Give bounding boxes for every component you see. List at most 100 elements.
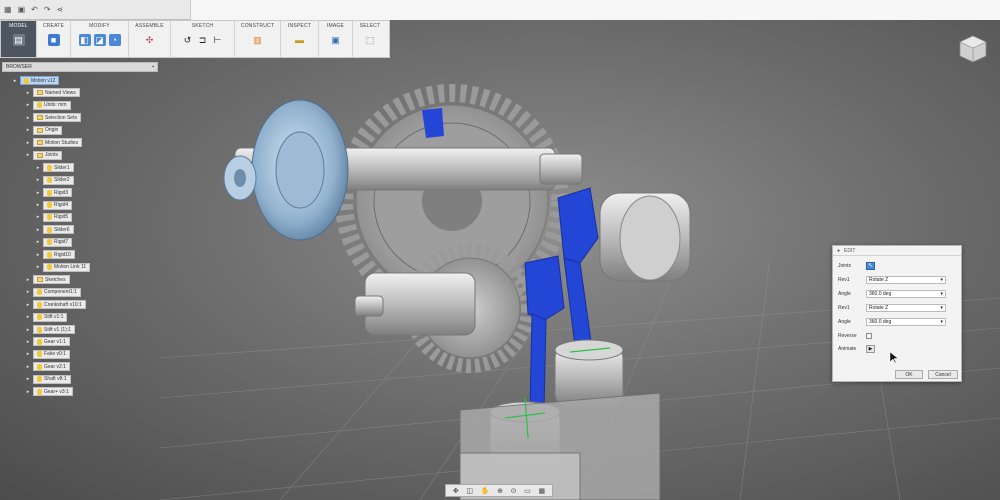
- browser-tree-row[interactable]: ▸ Motion Studies: [25, 138, 83, 148]
- expand-arrow-icon[interactable]: ▸: [25, 339, 31, 345]
- arc-icon[interactable]: ↺: [182, 34, 194, 46]
- expand-arrow-icon[interactable]: ▸: [25, 314, 31, 320]
- folder-icon[interactable]: [37, 277, 43, 283]
- expand-arrow-icon[interactable]: ▸: [25, 277, 31, 283]
- browser-node[interactable]: Slider1: [43, 163, 74, 173]
- joints-select-button[interactable]: ↖: [866, 261, 875, 270]
- browser-node[interactable]: Gear+ v3:1: [33, 387, 73, 397]
- browser-node[interactable]: Sketches: [33, 275, 70, 285]
- browser-tree-row[interactable]: ▸ Rigid7: [35, 237, 73, 247]
- visibility-bulb-icon[interactable]: [37, 289, 42, 296]
- press-pull-icon[interactable]: ◧: [78, 34, 91, 46]
- folder-icon[interactable]: [37, 152, 43, 158]
- visibility-bulb-icon[interactable]: [47, 164, 52, 171]
- zoom-icon[interactable]: ⊕: [497, 487, 503, 495]
- expand-arrow-icon[interactable]: ▸: [35, 190, 41, 196]
- crankshaft-drum[interactable]: [599, 192, 691, 283]
- save-icon[interactable]: ▣: [18, 5, 26, 14]
- browser-tree-row[interactable]: ▸ Stift v1:1: [25, 312, 68, 322]
- expand-arrow-icon[interactable]: ▸: [25, 140, 31, 146]
- browser-node[interactable]: Rigid4: [43, 200, 73, 210]
- grid-settings-icon[interactable]: ▦: [538, 487, 545, 495]
- expand-arrow-icon[interactable]: ▸: [35, 214, 41, 220]
- joint-icon[interactable]: ✣: [144, 34, 156, 46]
- file-menu-icon[interactable]: ▦: [4, 5, 12, 14]
- browser-tree-row[interactable]: ▸ Stift v1 (1):1: [25, 325, 75, 334]
- browser-node[interactable]: Named Views: [33, 88, 80, 98]
- browser-node[interactable]: Joints: [33, 150, 63, 160]
- create-group[interactable]: CREATE ■: [37, 21, 71, 57]
- browser-tree-row[interactable]: ▸ Units: mm: [25, 100, 71, 110]
- flange-hub[interactable]: [223, 99, 349, 241]
- select-icon[interactable]: ⬚: [364, 34, 376, 46]
- browser-node[interactable]: Gear v2:1: [33, 362, 70, 372]
- fit-icon[interactable]: ⊙: [511, 487, 517, 495]
- expand-arrow-icon[interactable]: ▸: [25, 302, 31, 308]
- browser-tree-row[interactable]: ▸ Gear v1:1: [25, 337, 70, 347]
- expand-arrow-icon[interactable]: ▸: [25, 376, 31, 382]
- ok-button[interactable]: OK: [895, 370, 923, 379]
- look-at-icon[interactable]: ◫: [466, 487, 473, 495]
- browser-tree-row[interactable]: ▸ Motion Link 11: [35, 262, 91, 272]
- browser-tree-row[interactable]: ▸ Sketches: [25, 275, 70, 285]
- box-icon[interactable]: ■: [47, 34, 60, 46]
- browser-node[interactable]: Motion Studies: [33, 138, 83, 148]
- browser-tree-row[interactable]: ▸ Motion v12: [12, 76, 60, 85]
- browser-tree-row[interactable]: ▸ Slider6: [35, 225, 74, 235]
- browser-node[interactable]: Motion Link 11: [43, 262, 91, 272]
- expand-arrow-icon[interactable]: ▸: [12, 78, 18, 84]
- visibility-bulb-icon[interactable]: [37, 363, 42, 370]
- angle1-input[interactable]: 360.0 deg ▾: [866, 289, 946, 298]
- visibility-bulb-icon[interactable]: [47, 239, 52, 246]
- dimension-icon[interactable]: ⊢: [212, 34, 224, 46]
- browser-tree-row[interactable]: ▸ Rigid3: [35, 188, 73, 198]
- pan-icon[interactable]: ✋: [481, 487, 490, 495]
- browser-tree-row[interactable]: ▸ Origin: [25, 125, 63, 135]
- browser-tree-row[interactable]: ▸ Rigid4: [35, 200, 73, 210]
- browser-pin-icon[interactable]: ▪: [152, 64, 154, 70]
- expand-arrow-icon[interactable]: ▸: [25, 152, 31, 158]
- browser-node[interactable]: Origin: [33, 125, 63, 135]
- plane-icon[interactable]: ▥: [252, 34, 264, 46]
- browser-node[interactable]: Crankshaft v10:1: [33, 300, 86, 310]
- browser-node[interactable]: Rigid7: [43, 237, 73, 247]
- browser-tree-row[interactable]: ▸ Slider2: [35, 175, 74, 185]
- expand-arrow-icon[interactable]: ▸: [25, 127, 31, 133]
- redo-icon[interactable]: ↷: [44, 5, 51, 14]
- angle2-input[interactable]: 360.0 deg ▾: [866, 317, 946, 326]
- construct-group[interactable]: CONSTRUCT ▥: [235, 21, 281, 57]
- document-tab[interactable]: [190, 0, 1000, 20]
- expand-arrow-icon[interactable]: ▸: [35, 202, 41, 208]
- browser-tree-row[interactable]: ▸ Gear+ v3:1: [25, 387, 73, 397]
- visibility-bulb-icon[interactable]: [47, 264, 52, 271]
- visibility-bulb-icon[interactable]: [37, 338, 42, 345]
- browser-tree-row[interactable]: ▸ Rigid10: [35, 250, 75, 260]
- reverse-checkbox[interactable]: [866, 332, 872, 339]
- browser-node[interactable]: Slider2: [43, 175, 74, 185]
- orbit-icon[interactable]: ✥: [453, 487, 459, 495]
- expand-arrow-icon[interactable]: ▸: [35, 252, 41, 258]
- inspect-group[interactable]: INSPECT ▬: [281, 21, 319, 57]
- sketch-group[interactable]: SKETCH ↺ ⊐ ⊢: [171, 21, 235, 57]
- fillet-icon[interactable]: ◪: [93, 34, 106, 46]
- browser-tree-row[interactable]: ▸ Named Views: [25, 88, 80, 98]
- cancel-button[interactable]: Cancel: [928, 370, 958, 379]
- folder-icon[interactable]: [37, 140, 43, 146]
- view-cube[interactable]: [958, 34, 988, 64]
- share-icon[interactable]: ⋖: [57, 5, 64, 14]
- visibility-bulb-icon[interactable]: [47, 214, 52, 221]
- browser-tree-row[interactable]: ▸ Slider1: [35, 163, 74, 173]
- browser-node[interactable]: Selection Sets: [33, 113, 81, 123]
- browser-node[interactable]: Slider6: [43, 225, 74, 235]
- rev1-select[interactable]: Rotate Z ▾: [866, 275, 946, 284]
- visibility-bulb-icon[interactable]: [37, 351, 42, 358]
- select-group[interactable]: SELECT ⬚: [353, 21, 387, 57]
- dialog-collapse-icon[interactable]: ●: [837, 248, 840, 254]
- expand-arrow-icon[interactable]: ▸: [25, 389, 31, 395]
- expand-arrow-icon[interactable]: ▸: [35, 177, 41, 183]
- expand-arrow-icon[interactable]: ▸: [35, 165, 41, 171]
- browser-tree-row[interactable]: ▸ Selection Sets: [25, 113, 81, 123]
- visibility-bulb-icon[interactable]: [47, 177, 52, 184]
- workspace-selector[interactable]: MODEL ▤: [1, 21, 37, 57]
- expand-arrow-icon[interactable]: ▸: [25, 351, 31, 357]
